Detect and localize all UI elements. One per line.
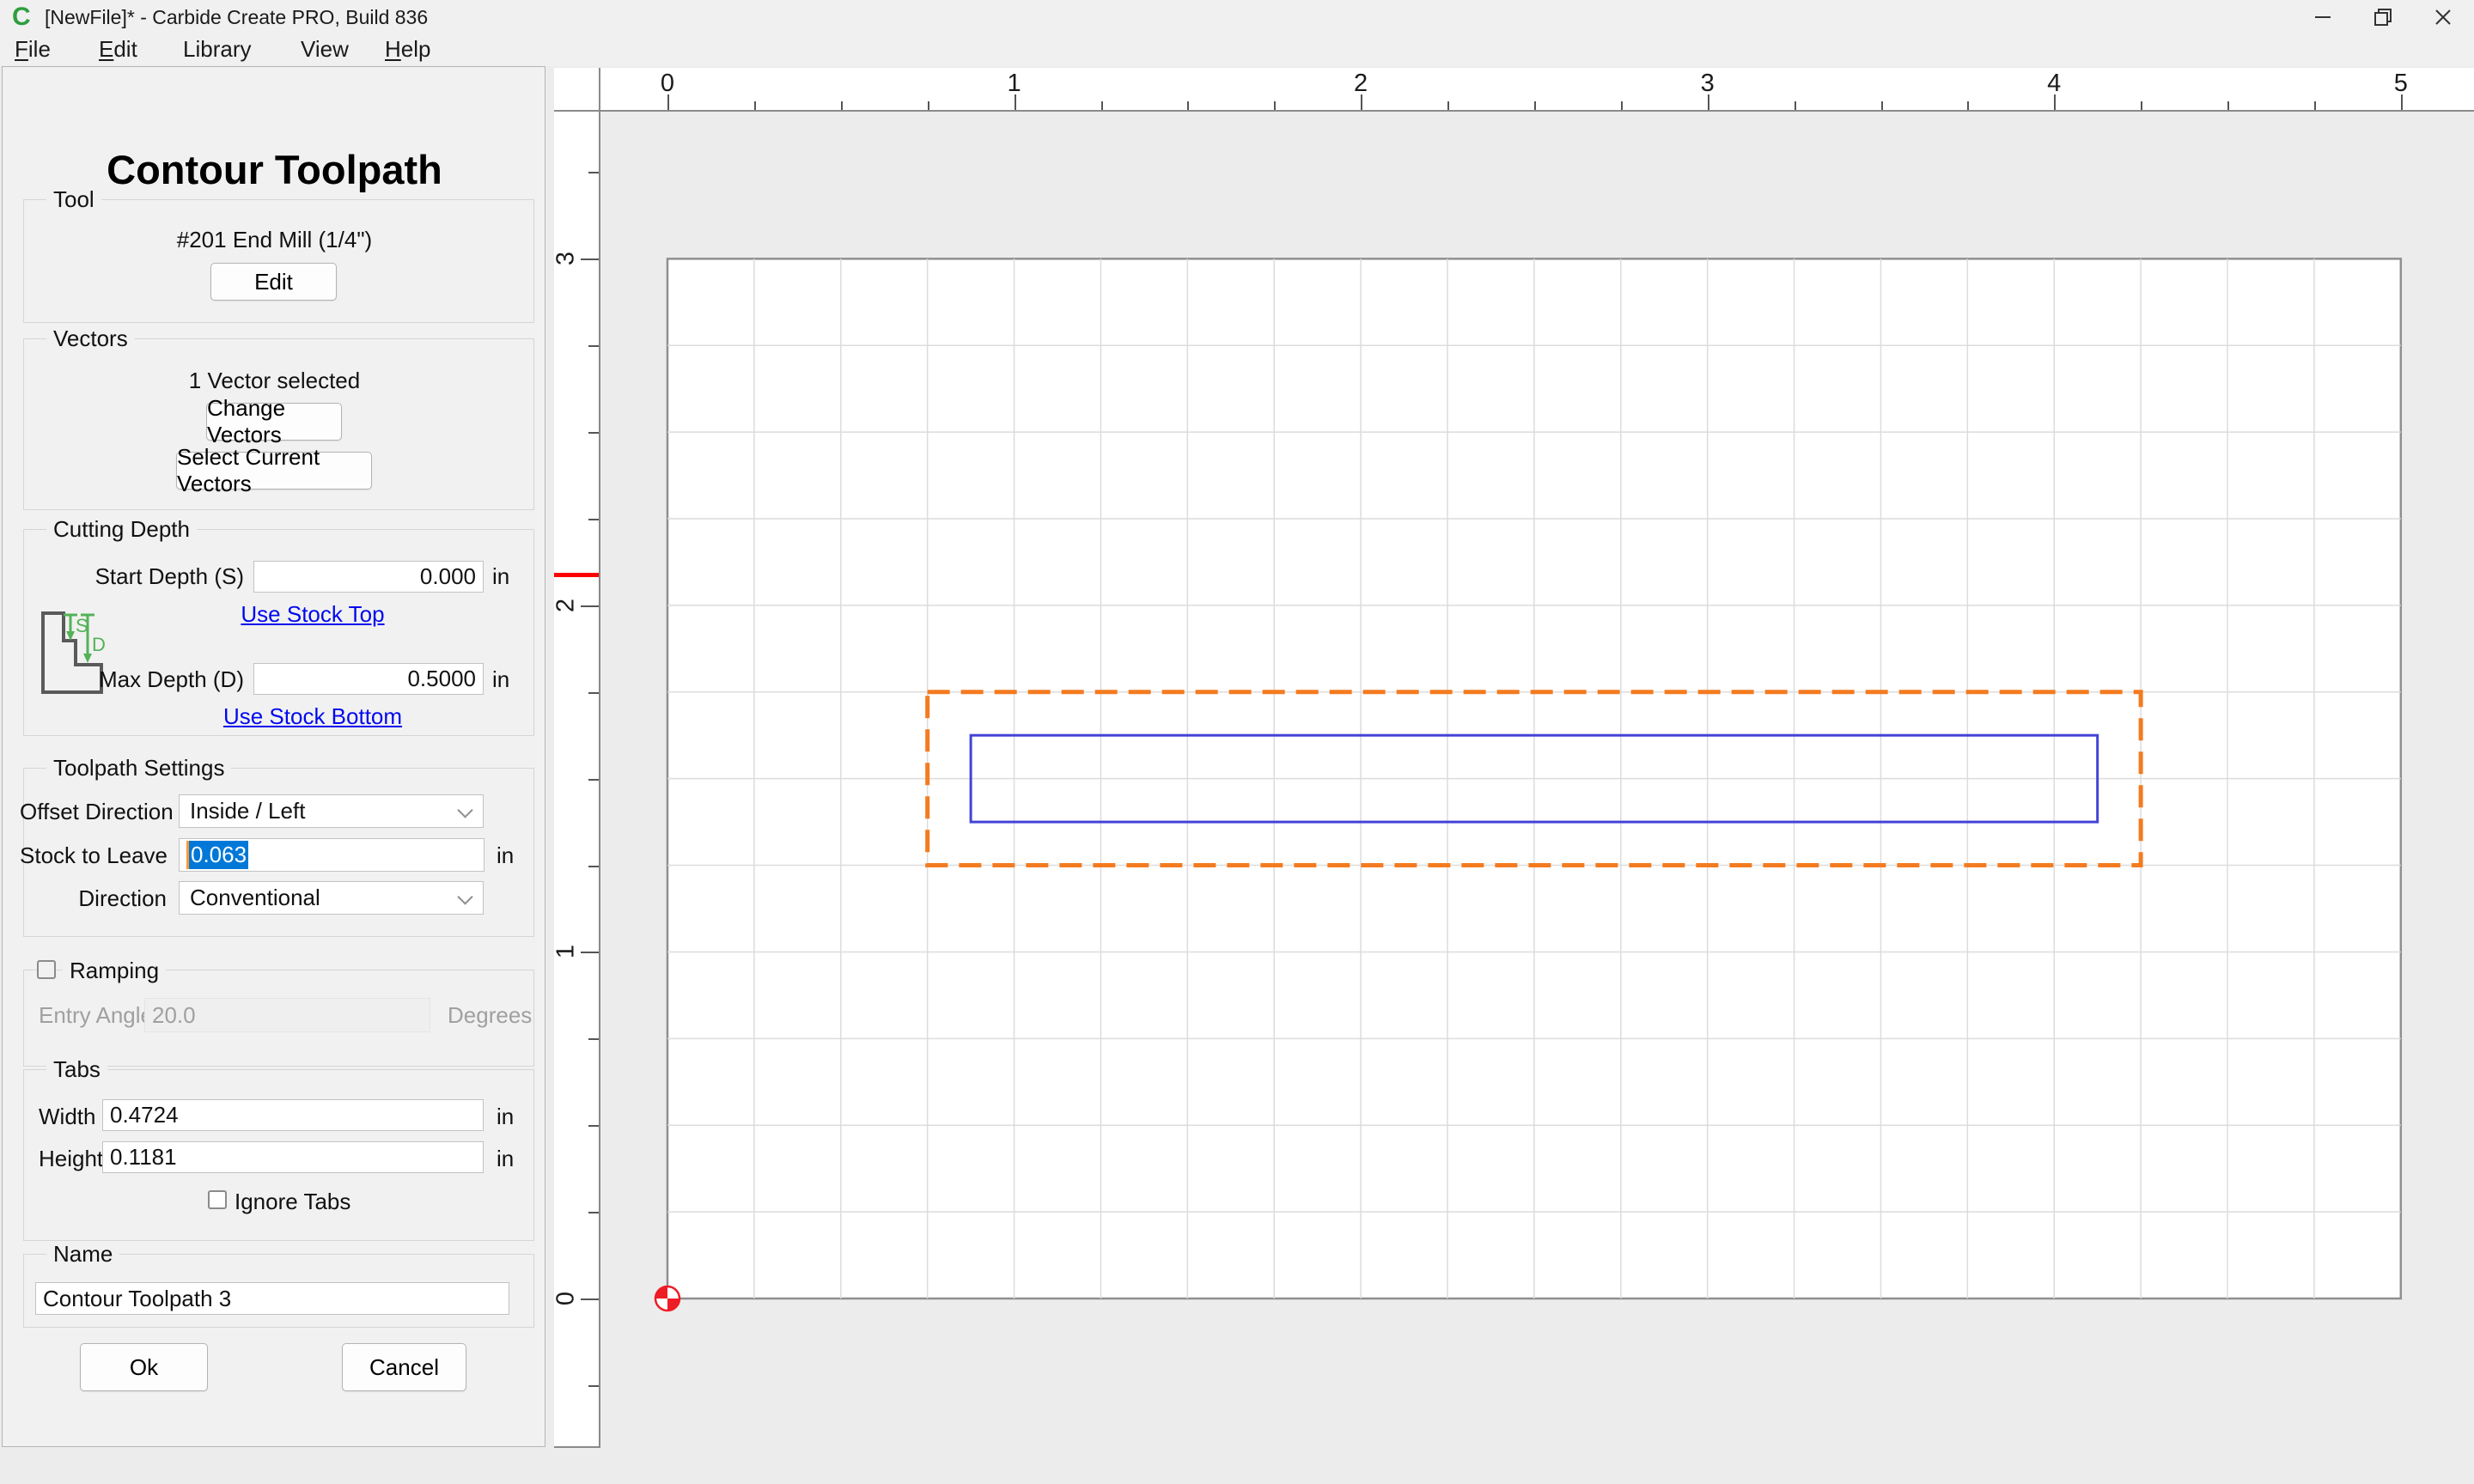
tab-height-label: Height xyxy=(39,1146,104,1171)
titlebar: C [NewFile]* - Carbide Create PRO, Build… xyxy=(0,0,2474,34)
contour-toolpath-panel: Contour Toolpath Tool #201 End Mill (1/4… xyxy=(2,66,545,1447)
tool-legend: Tool xyxy=(46,186,101,213)
offset-direction-value: Inside / Left xyxy=(190,798,306,824)
menu-edit[interactable]: Edit xyxy=(94,34,143,66)
menu-file[interactable]: File xyxy=(9,34,56,66)
entry-angle-unit: Degrees xyxy=(448,1002,533,1028)
stock-drawing xyxy=(654,258,2403,1312)
use-stock-top-link[interactable]: Use Stock Top xyxy=(175,601,450,628)
select-current-vectors-button[interactable]: Select Current Vectors xyxy=(176,444,372,496)
cutting-depth-legend: Cutting Depth xyxy=(46,516,197,543)
direction-select[interactable]: Conventional xyxy=(179,881,484,915)
stock-to-leave-label: Stock to Leave xyxy=(20,842,168,868)
tool-group: Tool xyxy=(23,186,534,323)
close-icon xyxy=(2435,9,2451,25)
tab-width-input[interactable]: 0.4724 xyxy=(102,1099,484,1131)
use-stock-bottom-link[interactable]: Use Stock Bottom xyxy=(175,703,450,730)
menu-help[interactable]: Help xyxy=(380,34,436,66)
stock-to-leave-selected-text: 0.063 xyxy=(186,841,249,869)
restore-icon xyxy=(2374,9,2392,26)
svg-text:D: D xyxy=(92,634,106,655)
menubar: File Edit Library View Help xyxy=(0,34,2474,66)
chevron-down-icon xyxy=(457,888,473,905)
start-depth-input[interactable]: 0.000 xyxy=(253,561,484,593)
window-title: [NewFile]* - Carbide Create PRO, Build 8… xyxy=(45,6,429,28)
entry-angle-input: 20.0 xyxy=(144,998,430,1032)
start-depth-label: Start Depth (S) xyxy=(94,563,244,589)
carbide-create-window: C [NewFile]* - Carbide Create PRO, Build… xyxy=(0,0,2474,1484)
minimize-button[interactable] xyxy=(2295,0,2350,34)
svg-text:S: S xyxy=(76,615,88,636)
direction-value: Conventional xyxy=(190,885,320,910)
ignore-tabs-checkbox[interactable] xyxy=(208,1190,227,1209)
offset-direction-label: Offset Direction xyxy=(20,799,174,824)
toolpath-settings-legend: Toolpath Settings xyxy=(46,755,232,782)
max-depth-input[interactable]: 0.5000 xyxy=(253,663,484,695)
stock-to-leave-input[interactable]: 0.063 xyxy=(179,838,484,872)
tab-height-unit: in xyxy=(497,1146,515,1171)
direction-label: Direction xyxy=(78,885,167,911)
tabs-legend: Tabs xyxy=(46,1056,107,1083)
tab-height-input[interactable]: 0.1181 xyxy=(102,1141,484,1173)
restore-button[interactable] xyxy=(2355,0,2410,34)
design-canvas[interactable]: 012345 0123 xyxy=(552,66,2474,1484)
change-vectors-button[interactable]: Change Vectors xyxy=(206,395,342,447)
toolpath-name-input[interactable]: Contour Toolpath 3 xyxy=(35,1282,509,1315)
ramping-checkbox[interactable] xyxy=(37,960,56,979)
start-depth-unit: in xyxy=(492,563,510,589)
entry-angle-label: Entry Angle xyxy=(39,1002,153,1028)
max-depth-unit: in xyxy=(492,666,510,692)
offset-direction-select[interactable]: Inside / Left xyxy=(179,794,484,828)
tab-width-unit: in xyxy=(497,1104,515,1129)
tab-width-label: Width xyxy=(39,1104,96,1129)
menu-view[interactable]: View xyxy=(296,34,354,66)
name-legend: Name xyxy=(46,1241,120,1268)
cancel-button[interactable]: Cancel xyxy=(342,1343,466,1391)
edit-tool-button[interactable]: Edit xyxy=(210,263,337,301)
close-button[interactable] xyxy=(2416,0,2471,34)
stock-to-leave-unit: in xyxy=(497,842,515,868)
max-depth-label: Max Depth (D) xyxy=(98,666,244,692)
chevron-down-icon xyxy=(457,801,473,818)
ignore-tabs-label: Ignore Tabs xyxy=(235,1189,351,1214)
minimize-icon xyxy=(2315,16,2331,18)
ok-button[interactable]: Ok xyxy=(80,1343,208,1391)
vectors-legend: Vectors xyxy=(46,325,135,352)
app-logo-icon: C xyxy=(12,3,31,31)
menu-library[interactable]: Library xyxy=(178,34,256,66)
ramping-label: Ramping xyxy=(63,958,167,984)
tool-name: #201 End Mill (1/4") xyxy=(176,227,373,252)
vectors-selected-status: 1 Vector selected xyxy=(188,368,361,393)
